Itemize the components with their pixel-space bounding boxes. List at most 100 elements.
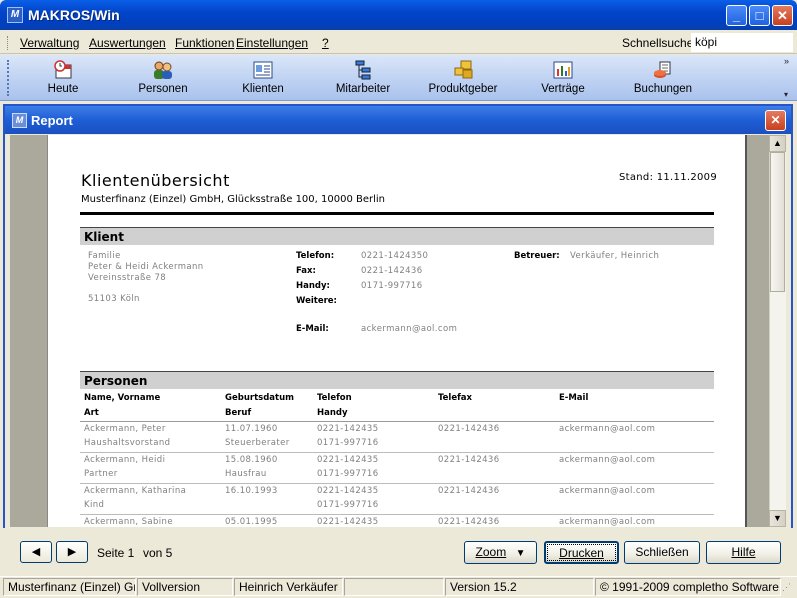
triangle-right-icon: ▶ (67, 546, 77, 558)
status-copyright: © 1991-2009 completho Software Gr (595, 578, 781, 596)
toolbar-produktgeber[interactable]: Produktgeber (418, 57, 508, 99)
menu-help[interactable]: ? (322, 36, 329, 50)
today-clock-icon (54, 60, 72, 79)
print-label: Drucken (559, 546, 604, 560)
value-betreuer: Verkäufer, Heinrich (570, 251, 660, 261)
person-phone: 0221-142435 (317, 455, 379, 465)
toolbar-dropdown-icon[interactable]: ▾ (784, 90, 788, 99)
report-heading: Klientenübersicht (81, 171, 230, 190)
address-line: Familie (88, 251, 121, 261)
person-fax: 0221-142436 (438, 455, 500, 465)
section-header-klient: Klient (80, 227, 714, 245)
person-fax: 0221-142436 (438, 517, 500, 527)
toolbar-label: Heute (47, 83, 79, 95)
status-user: Heinrich Verkäufer (234, 578, 343, 596)
column-header-telefon: Telefon (317, 393, 352, 403)
person-birthdate: 05.01.1995 (225, 517, 278, 527)
zoom-label: Zoom (475, 545, 507, 559)
page-count: von 5 (143, 546, 173, 560)
menu-auswertungen[interactable]: Auswertungen (89, 36, 166, 50)
toolbar-buchungen[interactable]: Buchungen (618, 57, 708, 99)
value-fax: 0221-142436 (361, 266, 423, 276)
bookings-icon (654, 61, 671, 78)
clipped-row: Ackermann, Sabine 05.01.1995 0221-142435… (48, 516, 746, 527)
column-header-name: Name, Vorname (84, 393, 161, 403)
persons-icon (154, 61, 172, 79)
column-header-telefax: Telefax (438, 393, 473, 403)
org-tree-icon (355, 60, 371, 80)
person-phone: 0221-142435 (317, 424, 379, 434)
toolbar-label: Personen (138, 83, 188, 95)
toolbar-label: Produktgeber (428, 83, 498, 95)
address-line: Peter & Heidi Ackermann (88, 262, 204, 272)
menu-label: Auswertungen (89, 36, 166, 50)
print-button[interactable]: Drucken (544, 541, 619, 564)
person-fax: 0221-142436 (438, 424, 500, 434)
value-email: ackermann@aol.com (361, 324, 458, 334)
report-close-button[interactable]: ✕ (765, 110, 786, 131)
menu-label: Funktionen (175, 36, 235, 50)
person-email: ackermann@aol.com (559, 517, 656, 527)
toolbar-overflow-icon[interactable]: » (784, 56, 789, 66)
address-line: Vereinsstraße 78 (88, 273, 167, 283)
close-report-button[interactable]: Schließen (624, 541, 700, 564)
toolbar-label: Verträge (541, 83, 585, 95)
arrow-up-icon: ▲ (773, 138, 782, 148)
close-label: Schließen (635, 545, 689, 559)
person-name: Ackermann, Peter (84, 424, 166, 434)
scroll-down-button[interactable]: ▼ (769, 510, 786, 527)
minimize-button[interactable]: _ (726, 5, 747, 26)
person-phone: 0221-142435 (317, 486, 379, 496)
row-divider (80, 452, 714, 453)
toolbar-heute[interactable]: Heute (18, 57, 108, 99)
column-header-handy: Handy (317, 408, 348, 418)
person-name: Ackermann, Sabine (84, 517, 173, 527)
menu-label: Verwaltung (20, 36, 80, 50)
resize-grip-icon[interactable]: ⋰ (782, 582, 791, 593)
person-name: Ackermann, Katharina (84, 486, 187, 496)
heading-divider (80, 212, 714, 215)
help-button[interactable]: Hilfe (706, 541, 781, 564)
scroll-up-button[interactable]: ▲ (769, 135, 786, 152)
status-license: Vollversion (137, 578, 233, 596)
menu-funktionen[interactable]: Funktionen (175, 36, 234, 50)
row-divider (80, 421, 714, 422)
label-betreuer: Betreuer: (514, 251, 560, 261)
menu-label: ? (322, 36, 329, 50)
menu-verwaltung[interactable]: Verwaltung (20, 36, 79, 50)
person-job: Steuerberater (225, 438, 290, 448)
triangle-left-icon: ◀ (31, 546, 41, 558)
row-divider (80, 514, 714, 515)
quick-search-input[interactable]: köpi (691, 33, 793, 52)
minimize-icon: _ (732, 8, 741, 23)
menu-einstellungen[interactable]: Einstellungen (236, 36, 308, 50)
previous-page-button[interactable]: ◀ (20, 541, 52, 563)
toolbar-personen[interactable]: Personen (118, 57, 208, 99)
menu-label: Einstellungen (236, 36, 309, 50)
app-title: MAKROS/Win (28, 7, 120, 23)
report-title-bar[interactable] (5, 106, 791, 134)
menu-grip[interactable] (7, 36, 9, 50)
close-button[interactable]: ✕ (772, 5, 793, 26)
maximize-button[interactable]: □ (749, 5, 770, 26)
person-email: ackermann@aol.com (559, 424, 656, 434)
value-handy: 0171-997716 (361, 281, 423, 291)
report-app-icon: M (12, 113, 27, 128)
next-page-button[interactable]: ▶ (56, 541, 88, 563)
person-mobile: 0171-997716 (317, 500, 379, 510)
label-email: E-Mail: (296, 324, 329, 334)
zoom-button[interactable]: Zoom ▼ (464, 541, 537, 564)
person-art: Kind (84, 500, 105, 510)
toolbar-klienten[interactable]: Klienten (218, 57, 308, 99)
toolbar-vertraege[interactable]: Verträge (518, 57, 608, 99)
scroll-thumb[interactable] (770, 152, 785, 292)
toolbar-grip[interactable] (7, 60, 9, 96)
toolbar-label: Klienten (242, 83, 284, 95)
page-indicator: Seite 1 (97, 546, 135, 560)
person-mobile: 0171-997716 (317, 469, 379, 479)
toolbar-mitarbeiter[interactable]: Mitarbeiter (318, 57, 408, 99)
person-fax: 0221-142436 (438, 486, 500, 496)
person-birthdate: 11.07.1960 (225, 424, 278, 434)
column-header-art: Art (84, 408, 99, 418)
report-title: Report (31, 113, 73, 128)
